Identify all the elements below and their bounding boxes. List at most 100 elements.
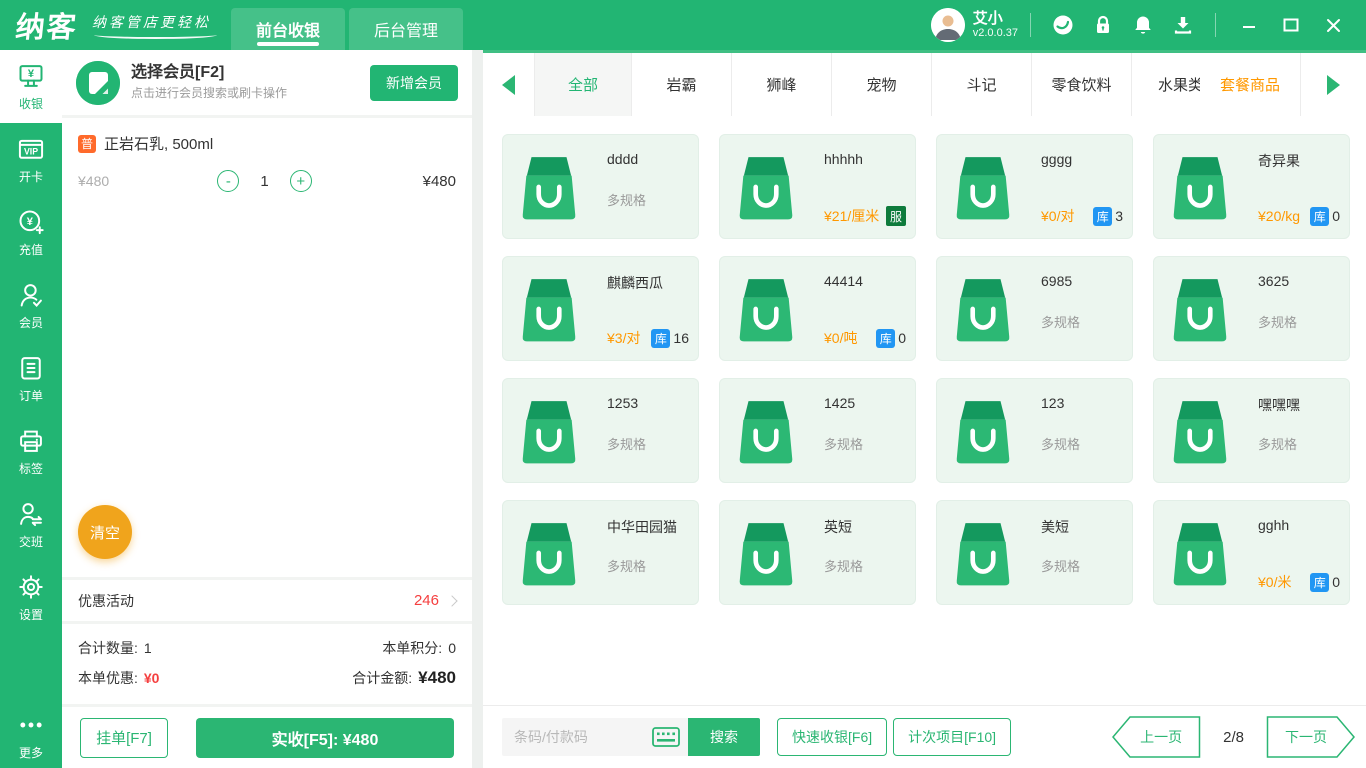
category-scroll-left-button[interactable]	[483, 53, 535, 116]
category-tab[interactable]: 零食饮料	[1032, 53, 1132, 116]
sidebar-item-member[interactable]: 会员	[0, 269, 62, 342]
order-total-value: ¥480	[418, 668, 456, 688]
quantity-stepper: - 1 +	[217, 170, 311, 192]
sidebar-item-recharge[interactable]: ¥ 充值	[0, 196, 62, 269]
product-card[interactable]: 3625 多规格	[1153, 256, 1350, 361]
product-card[interactable]: 美短 多规格	[936, 500, 1133, 605]
category-tab[interactable]: 岩霸	[632, 53, 732, 116]
sidebar-item-open-card[interactable]: VIP 开卡	[0, 123, 62, 196]
sidebar-item-label: 标签	[19, 460, 43, 477]
hold-order-button[interactable]: 挂单[F7]	[80, 718, 168, 758]
product-card[interactable]: 1253 多规格	[502, 378, 699, 483]
window-close-button[interactable]	[1312, 0, 1354, 50]
product-name: 1253	[607, 395, 638, 411]
sidebar-item-label-print[interactable]: 标签	[0, 415, 62, 488]
shopping-bag-icon	[516, 152, 582, 222]
product-card[interactable]: 奇异果 ¥20/kg 库0	[1153, 134, 1350, 239]
order-discount-value: ¥0	[144, 670, 160, 686]
product-card[interactable]: hhhhh ¥21/厘米 服	[719, 134, 916, 239]
cart-item-name: 正岩石乳, 500ml	[104, 133, 213, 154]
app-slogan: 纳客管店更轻松	[92, 12, 211, 39]
product-grid: dddd 多规格 hhhhh ¥21/厘米 服	[483, 116, 1366, 705]
increase-quantity-button[interactable]: +	[290, 170, 312, 192]
lock-icon[interactable]	[1083, 0, 1123, 50]
next-page-button[interactable]: 下一页	[1266, 716, 1356, 758]
product-card[interactable]: 中华田园猫 多规格	[502, 500, 699, 605]
sidebar-item-more[interactable]: 更多	[0, 704, 62, 768]
product-card[interactable]: 123 多规格	[936, 378, 1133, 483]
avatar[interactable]	[931, 8, 965, 42]
tab-backend-admin[interactable]: 后台管理	[349, 8, 463, 50]
keyboard-icon[interactable]	[644, 718, 688, 756]
barcode-input-group	[502, 718, 688, 756]
product-card[interactable]: 嘿嘿嘿 多规格	[1153, 378, 1350, 483]
shopping-bag-icon	[1167, 274, 1233, 344]
product-card[interactable]: gghh ¥0/米 库0	[1153, 500, 1350, 605]
product-name: gghh	[1258, 517, 1289, 533]
product-card[interactable]: 英短 多规格	[719, 500, 916, 605]
prev-page-button[interactable]: 上一页	[1111, 716, 1201, 758]
checkout-button[interactable]: 实收[F5]: ¥480	[196, 718, 454, 758]
select-member-button[interactable]: 选择会员[F2] 点击进行会员搜索或刷卡操作	[131, 63, 287, 101]
page-indicator: 2/8	[1223, 729, 1244, 746]
product-card[interactable]: 6985 多规格	[936, 256, 1133, 361]
product-name: 6985	[1041, 273, 1072, 289]
sidebar-item-settings[interactable]: 设置	[0, 561, 62, 634]
shopping-bag-icon	[950, 274, 1016, 344]
product-card[interactable]: 44414 ¥0/吨 库0	[719, 256, 916, 361]
product-name: 嘿嘿嘿	[1258, 395, 1300, 415]
order-total-label: 合计金额:	[352, 668, 412, 688]
sidebar-item-orders[interactable]: 订单	[0, 342, 62, 415]
product-name: 麒麟西瓜	[607, 273, 663, 293]
pagination: 上一页 2/8 下一页	[1111, 716, 1356, 758]
chevron-right-icon	[446, 595, 457, 606]
product-card[interactable]: dddd 多规格	[502, 134, 699, 239]
sidebar-item-cashier[interactable]: ¥ 收银	[0, 50, 62, 123]
sidebar-item-label: 充值	[19, 241, 43, 258]
category-tab[interactable]: 水果类	[1132, 53, 1200, 116]
barcode-input[interactable]	[502, 718, 644, 756]
counted-item-button[interactable]: 计次项目[F10]	[893, 718, 1011, 756]
search-button[interactable]: 搜索	[688, 718, 760, 756]
topbar: 纳客 纳客管店更轻松 前台收银 后台管理 艾小 v2.0.0.37	[0, 0, 1366, 50]
category-tab[interactable]: 宠物	[832, 53, 932, 116]
arrow-left-icon	[502, 75, 515, 95]
product-price: ¥20/kg	[1258, 208, 1300, 224]
printer-icon	[17, 427, 45, 455]
sidebar-item-label: 开卡	[19, 168, 43, 185]
category-tab-all[interactable]: 全部	[535, 53, 632, 116]
decrease-quantity-button[interactable]: -	[217, 170, 239, 192]
category-tab-combo[interactable]: 套餐商品	[1200, 53, 1300, 116]
window-minimize-button[interactable]	[1228, 0, 1270, 50]
next-page-label: 下一页	[1266, 716, 1356, 758]
sidebar-item-shift[interactable]: 交班	[0, 488, 62, 561]
category-scroll-right-button[interactable]	[1300, 53, 1366, 116]
product-name: 123	[1041, 395, 1064, 411]
download-icon[interactable]	[1163, 0, 1203, 50]
sidebar-item-label: 订单	[19, 387, 43, 404]
customer-service-icon[interactable]	[1043, 0, 1083, 50]
product-card[interactable]: 1425 多规格	[719, 378, 916, 483]
main-footer: 搜索 快速收银[F6] 计次项目[F10] 上一页 2/8 下一页	[483, 705, 1366, 768]
category-tab[interactable]: 斗记	[932, 53, 1032, 116]
sidebar-item-label: 收银	[19, 95, 43, 112]
stock-badge: 库16	[651, 329, 689, 348]
shift-handover-icon	[17, 500, 45, 528]
add-member-button[interactable]: 新增会员	[370, 65, 458, 101]
app-logo: 纳客	[14, 4, 80, 46]
cart-item[interactable]: 普 正岩石乳, 500ml ¥480 - 1 + ¥480	[62, 118, 472, 192]
product-price: ¥21/厘米	[824, 206, 879, 226]
window-maximize-button[interactable]	[1270, 0, 1312, 50]
product-name: 英短	[824, 517, 852, 537]
tab-front-cashier[interactable]: 前台收银	[231, 8, 345, 50]
product-card[interactable]: 麒麟西瓜 ¥3/对 库16	[502, 256, 699, 361]
avatar-person-icon	[931, 8, 965, 42]
category-tab[interactable]: 狮峰	[732, 53, 832, 116]
promo-row[interactable]: 优惠活动 246	[62, 577, 472, 621]
shopping-bag-icon	[950, 152, 1016, 222]
notification-bell-icon[interactable]	[1123, 0, 1163, 50]
vip-card-icon: VIP	[17, 135, 45, 163]
quick-cashier-button[interactable]: 快速收银[F6]	[777, 718, 887, 756]
clear-cart-button[interactable]: 清空	[78, 505, 132, 559]
product-card[interactable]: gggg ¥0/对 库3	[936, 134, 1133, 239]
